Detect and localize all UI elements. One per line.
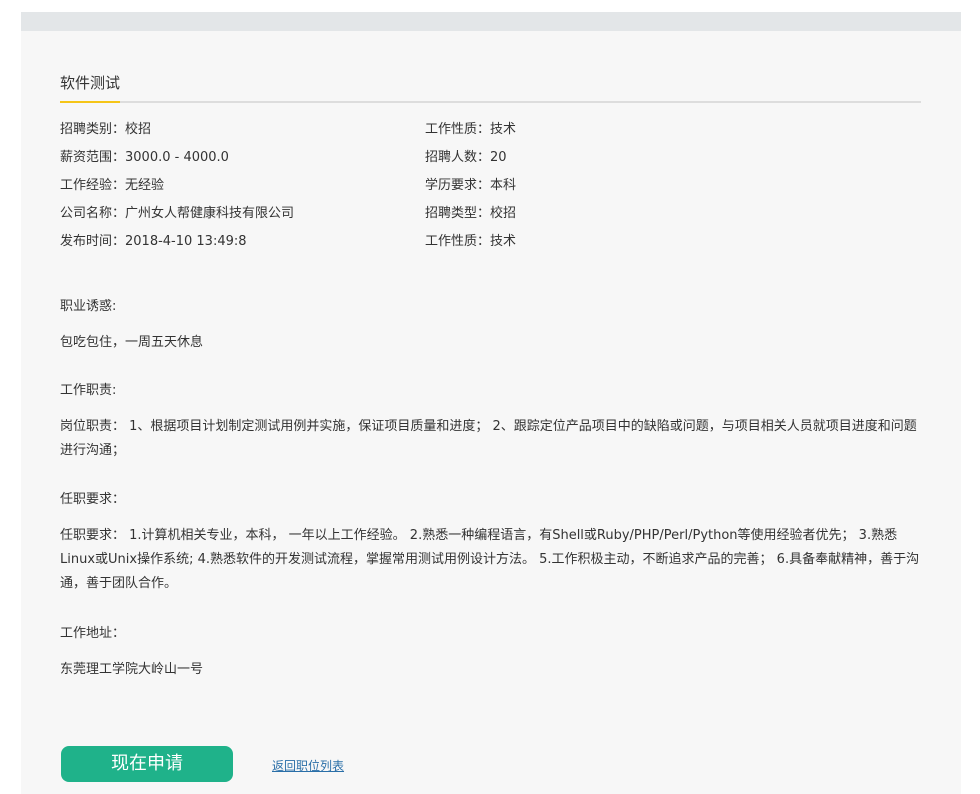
section-job-duties: 工作职责: 岗位职责： 1、根据项目计划制定测试用例并实施，保证项目质量和进度；… <box>60 381 922 463</box>
section-career-temptation: 职业诱惑: 包吃包住，一周五天休息 <box>60 297 922 355</box>
section-heading: 工作地址： <box>60 626 126 641</box>
info-recruit-type: 招聘类型：校招 <box>425 206 517 221</box>
info-company-name: 公司名称：广州女人帮健康科技有限公司 <box>60 206 295 221</box>
info-salary-range: 薪资范围：3000.0 - 4000.0 <box>60 150 229 165</box>
apply-now-button[interactable]: 现在申请 <box>61 746 233 782</box>
section-requirements: 任职要求： 任职要求： 1.计算机相关专业，本科， 一年以上工作经验。 2.熟悉… <box>60 490 922 596</box>
section-work-address: 工作地址： 东莞理工学院大岭山一号 <box>60 624 922 682</box>
job-title: 软件测试 <box>60 74 121 92</box>
info-headcount: 招聘人数：20 <box>425 150 507 165</box>
section-body: 任职要求： 1.计算机相关专业，本科， 一年以上工作经验。 2.熟悉一种编程语言… <box>60 528 920 591</box>
info-publish-time: 发布时间：2018-4-10 13:49:8 <box>60 234 247 249</box>
info-job-nature-2: 工作性质：技术 <box>425 234 517 249</box>
job-info-left-column: 招聘类别：校招 薪资范围：3000.0 - 4000.0 工作经验：无经验 公司… <box>60 116 420 256</box>
back-to-job-list-link[interactable]: 返回职位列表 <box>272 757 344 774</box>
info-work-experience: 工作经验：无经验 <box>60 178 165 193</box>
section-heading: 工作职责: <box>60 383 117 398</box>
info-job-nature: 工作性质：技术 <box>425 122 517 137</box>
section-body: 岗位职责： 1、根据项目计划制定测试用例并实施，保证项目质量和进度； 2、跟踪定… <box>60 419 917 458</box>
section-heading: 职业诱惑: <box>60 299 117 314</box>
section-body: 东莞理工学院大岭山一号 <box>60 662 204 677</box>
section-body: 包吃包住，一周五天休息 <box>60 335 204 350</box>
title-accent-bar <box>60 101 120 103</box>
info-education: 学历要求：本科 <box>425 178 517 193</box>
job-info-right-column: 工作性质：技术 招聘人数：20 学历要求：本科 招聘类型：校招 工作性质：技术 <box>425 116 785 256</box>
section-heading: 任职要求： <box>60 492 126 507</box>
info-recruit-category: 招聘类别：校招 <box>60 122 152 137</box>
job-detail-panel: 软件测试 招聘类别：校招 薪资范围：3000.0 - 4000.0 工作经验：无… <box>21 12 961 794</box>
top-bar <box>21 12 961 31</box>
title-divider <box>60 101 921 103</box>
